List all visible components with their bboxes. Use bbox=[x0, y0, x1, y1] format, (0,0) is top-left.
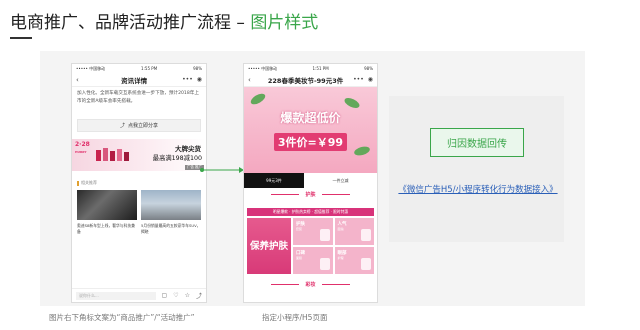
grid-cell[interactable]: 眼部 护理 bbox=[334, 247, 374, 274]
battery: 98% bbox=[193, 66, 202, 71]
leaf-decoration bbox=[343, 95, 361, 111]
promo-date-sub: HURRY bbox=[75, 149, 87, 154]
product-image bbox=[361, 258, 371, 270]
hero-price-text: 3件价=￥99 bbox=[273, 133, 348, 151]
product-image bbox=[319, 258, 330, 270]
close-icon[interactable]: ◉ bbox=[368, 76, 373, 83]
card-image bbox=[77, 190, 137, 220]
offer-right[interactable]: 一件立减 bbox=[304, 173, 377, 188]
leaf-decoration bbox=[249, 91, 267, 107]
caption-left: 图片右下角标文案为“商品推广”/“活动推广” bbox=[49, 313, 195, 322]
promo-date: 2·28 HURRY bbox=[75, 141, 90, 155]
promo-title: 大牌尖货 bbox=[175, 145, 201, 153]
related-card[interactable]: 5月份销量最高的五款豪华车SUV，揭晓 bbox=[141, 190, 201, 234]
hero-price: 3件价=￥99 bbox=[244, 133, 377, 151]
grid-cell[interactable]: 口碑 面膜 bbox=[293, 247, 333, 274]
product-image bbox=[319, 229, 330, 241]
integration-doc-link[interactable]: 《微信广告H5/小程序转化行为数据接入》 bbox=[397, 183, 559, 195]
bottom-bar: 说你什么... ▢ ♡ ☆ ⤴ bbox=[72, 288, 206, 302]
section-header-skincare: 护肤 bbox=[244, 188, 377, 200]
nav-bar: ‹ 资讯详情 ••• ◉ bbox=[72, 73, 206, 87]
slide-title-main: 电商推广、品牌活动推广流程 – bbox=[10, 13, 251, 33]
status-time: 1:55 PM bbox=[141, 66, 158, 71]
more-icon[interactable]: ••• bbox=[353, 76, 364, 83]
share-button-label: 点我立即分享 bbox=[128, 123, 159, 129]
promo-strip: 明星爆款 · 护肤热卖榜 · 超值推荐 · 限时特惠 bbox=[247, 208, 374, 216]
offer-bar: 99元3件 一件立减 bbox=[244, 173, 377, 188]
battery: 98% bbox=[364, 66, 373, 71]
related-card[interactable]: 奥迪S8新车型上线，奢华与科技兼备 bbox=[77, 190, 137, 234]
star-icon[interactable]: ☆ bbox=[185, 292, 190, 299]
related-title-text: 相关推荐 bbox=[81, 180, 97, 185]
caption-right: 指定小程序/H5页面 bbox=[262, 313, 328, 322]
hero-title: 爆款超低价 bbox=[280, 111, 341, 125]
close-icon[interactable]: ◉ bbox=[197, 76, 202, 83]
product-image bbox=[361, 229, 371, 241]
carrier: ••••• 中国移动 bbox=[76, 65, 106, 71]
grid-feature[interactable]: 保养护肤 bbox=[247, 218, 291, 274]
related-cards: 奥迪S8新车型上线，奢华与科技兼备 5月份销量最高的五款豪华车SUV，揭晓 bbox=[72, 188, 206, 236]
grid-cell[interactable]: 人气 面霜 bbox=[334, 218, 374, 245]
promo-date-number: 2·28 bbox=[75, 141, 90, 148]
card-image bbox=[141, 190, 201, 220]
article-text: 加入性化。全新车载交互系统会进一步下放，预计2018年上市的全新A级车会率先搭载… bbox=[77, 91, 199, 104]
like-icon[interactable]: ♡ bbox=[173, 292, 178, 299]
nav-title: 资讯详情 bbox=[121, 76, 148, 85]
section-header-makeup: 彩妆 bbox=[244, 278, 377, 290]
ad-banner[interactable]: 2·28 HURRY 大牌尖货 最高满198减100 广告 推广 bbox=[72, 139, 206, 171]
title-underline bbox=[10, 37, 32, 39]
comment-icon[interactable]: ▢ bbox=[162, 292, 168, 299]
status-bar: ••••• 中国移动 1:55 PM 98% bbox=[72, 64, 206, 73]
status-bar: ••••• 中国移动 1:51 PM 98% bbox=[244, 64, 377, 73]
section-title: 彩妆 bbox=[305, 281, 316, 288]
grid-cell[interactable]: 护肤 套装 bbox=[293, 218, 333, 245]
card-text: 奥迪S8新车型上线，奢华与科技兼备 bbox=[77, 223, 135, 234]
carrier: ••••• 中国移动 bbox=[248, 65, 278, 71]
slide-title-highlight: 图片样式 bbox=[250, 13, 319, 33]
phone-news-article: ••••• 中国移动 1:55 PM 98% ‹ 资讯详情 ••• ◉ 加入性化… bbox=[71, 63, 207, 303]
lipstick-image bbox=[96, 148, 129, 161]
nav-title: 228春季美妆节-99元3件 bbox=[267, 76, 344, 85]
section-marker bbox=[77, 180, 79, 186]
more-icon[interactable]: ••• bbox=[182, 76, 193, 83]
hero-banner: 爆款超低价 3件价=￥99 bbox=[244, 87, 377, 173]
status-time: 1:51 PM bbox=[312, 66, 329, 71]
ad-corner-tag: 广告 推广 bbox=[184, 165, 204, 170]
attribution-data-button[interactable]: 归因数据回传 bbox=[430, 128, 524, 157]
share-button[interactable]: ⤴ 点我立即分享 bbox=[77, 119, 201, 132]
section-title: 护肤 bbox=[305, 191, 316, 198]
back-icon[interactable]: ‹ bbox=[76, 76, 86, 84]
product-grid: 保养护肤 护肤 套装 人气 面霜 口碑 面膜 眼部 护理 bbox=[247, 218, 374, 274]
comment-input[interactable]: 说你什么... bbox=[76, 291, 156, 300]
attribution-panel bbox=[389, 96, 564, 242]
back-icon[interactable]: ‹ bbox=[248, 76, 258, 84]
share-icon: ⤴ bbox=[119, 123, 125, 129]
offer-left[interactable]: 99元3件 bbox=[244, 173, 304, 188]
nav-bar: ‹ 228春季美妆节-99元3件 ••• ◉ bbox=[244, 73, 377, 87]
share-icon[interactable]: ⤴ bbox=[196, 291, 202, 300]
slide-title: 电商推广、品牌活动推广流程 – 图片样式 bbox=[10, 8, 318, 33]
phone-landing-page: ••••• 中国移动 1:51 PM 98% ‹ 228春季美妆节-99元3件 … bbox=[243, 63, 378, 303]
card-text: 5月份销量最高的五款豪华车SUV，揭晓 bbox=[141, 223, 201, 234]
related-section-title: 相关推荐 bbox=[72, 171, 206, 188]
promo-subtitle: 最高满198减100 bbox=[152, 155, 202, 162]
